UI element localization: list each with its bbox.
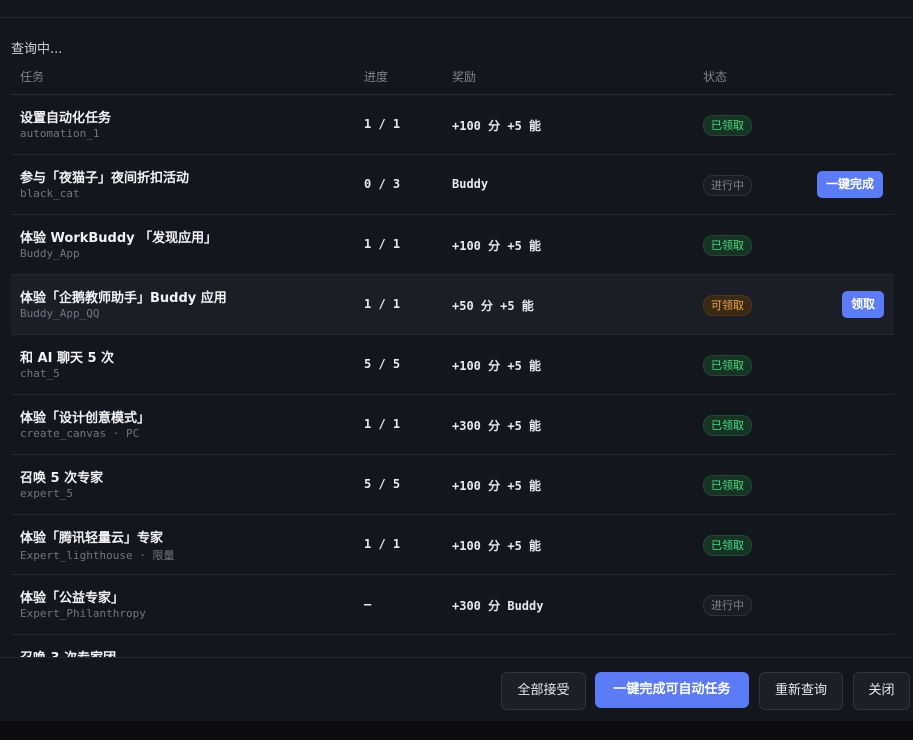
actions-cell [808,335,894,394]
query-status: 查询中... [11,42,63,57]
task-name: 体验「公益专家」 [20,591,125,606]
actions-cell [808,515,894,574]
task-code: black_cat [20,187,80,200]
task-row: 召唤 5 次专家 expert_5 5 / 5 +100 分 +5 能 已领取 [11,455,894,515]
requery-button[interactable]: 重新查询 [759,672,843,710]
task-progress: 1 / 1 [364,417,401,431]
column-status: 状态 [703,70,728,84]
task-reward: Buddy [452,177,489,191]
task-name: 体验「企鹅教师助手」Buddy 应用 [20,291,227,306]
complete-now-button[interactable]: 一键完成 [817,171,884,198]
status-badge: 可领取 [703,295,752,316]
task-name: 体验 WorkBuddy 「发现应用」 [20,231,218,246]
task-name: 体验「设计创意模式」 [20,411,151,426]
table-header: 任务 进度 奖励 状态 [11,62,894,95]
task-progress: 1 / 1 [364,537,401,551]
task-code: Buddy_App [20,247,80,260]
task-list[interactable]: 设置自动化任务 automation_1 1 / 1 +100 分 +5 能 已… [11,95,894,657]
status-badge: 进行中 [703,595,752,616]
close-button[interactable]: 关闭 [853,672,910,710]
task-code: automation_1 [20,127,100,140]
task-progress: 0 / 3 [364,177,401,191]
actions-cell [808,455,894,514]
task-row: 体验 WorkBuddy 「发现应用」 Buddy_App 1 / 1 +100… [11,215,894,275]
actions-cell [808,95,894,154]
task-code: create_canvas · PC [20,427,140,440]
actions-cell [808,215,894,274]
status-badge: 已领取 [703,415,752,436]
column-reward: 奖励 [452,70,477,84]
task-code: Buddy_App_QQ [20,307,100,320]
task-progress: 5 / 5 [364,357,401,371]
task-row: 召唤 3 次专家团 [11,635,894,657]
task-progress: 1 / 1 [364,237,401,251]
task-row: 体验「公益专家」 Expert_Philanthropy — +300 分 Bu… [11,575,894,635]
actions-cell: 一键完成 [808,155,894,214]
task-code: chat_5 [20,367,60,380]
task-row: 体验「腾讯轻量云」专家 Expert_lighthouse · 限量 1 / 1… [11,515,894,575]
task-reward: +100 分 +5 能 [452,239,542,253]
task-reward: +300 分 Buddy [452,599,544,613]
status-badge: 已领取 [703,115,752,136]
actions-cell [808,575,894,634]
task-name: 体验「腾讯轻量云」专家 [20,531,164,546]
task-code: Expert_Philanthropy [20,607,146,620]
task-reward: +300 分 +5 能 [452,419,542,433]
task-reward: +100 分 +5 能 [452,479,542,493]
task-progress: — [364,597,372,611]
tasks-dialog: 查询中... 任务 进度 奖励 状态 设置自动化任务 automation_1 … [0,0,913,740]
task-progress: 5 / 5 [364,477,401,491]
task-reward: +50 分 +5 能 [452,299,534,313]
task-row: 设置自动化任务 automation_1 1 / 1 +100 分 +5 能 已… [11,95,894,155]
actions-cell [808,395,894,454]
bottom-bar [0,721,913,740]
task-progress: 1 / 1 [364,297,401,311]
task-code: expert_5 [20,487,73,500]
task-code: Expert_lighthouse · 限量 [20,549,175,562]
task-progress: 1 / 1 [364,117,401,131]
task-row: 和 AI 聊天 5 次 chat_5 5 / 5 +100 分 +5 能 已领取 [11,335,894,395]
auto-complete-button[interactable]: 一键完成可自动任务 [595,672,749,708]
top-strip [0,0,913,18]
task-reward: +100 分 +5 能 [452,359,542,373]
task-row: 体验「设计创意模式」 create_canvas · PC 1 / 1 +300… [11,395,894,455]
column-task: 任务 [20,70,45,84]
task-name: 参与「夜猫子」夜间折扣活动 [20,171,190,186]
task-name: 和 AI 聊天 5 次 [20,351,115,366]
claim-button[interactable]: 领取 [842,291,885,318]
status-badge: 已领取 [703,355,752,376]
actions-cell: 领取 [808,275,894,334]
task-reward: +100 分 +5 能 [452,539,542,553]
task-reward: +100 分 +5 能 [452,119,542,133]
task-name: 召唤 3 次专家团 [20,647,116,657]
task-name: 设置自动化任务 [20,111,112,126]
status-badge: 已领取 [703,235,752,256]
column-progress: 进度 [364,70,389,84]
status-badge: 已领取 [703,535,752,556]
accept-all-button[interactable]: 全部接受 [501,672,586,710]
task-row: 参与「夜猫子」夜间折扣活动 black_cat 0 / 3 Buddy 进行中 … [11,155,894,215]
status-badge: 已领取 [703,475,752,496]
status-badge: 进行中 [703,175,752,196]
dialog-footer: 全部接受 一键完成可自动任务 重新查询 关闭 [0,657,913,722]
task-name: 召唤 5 次专家 [20,471,104,486]
task-row: 体验「企鹅教师助手」Buddy 应用 Buddy_App_QQ 1 / 1 +5… [11,275,894,335]
